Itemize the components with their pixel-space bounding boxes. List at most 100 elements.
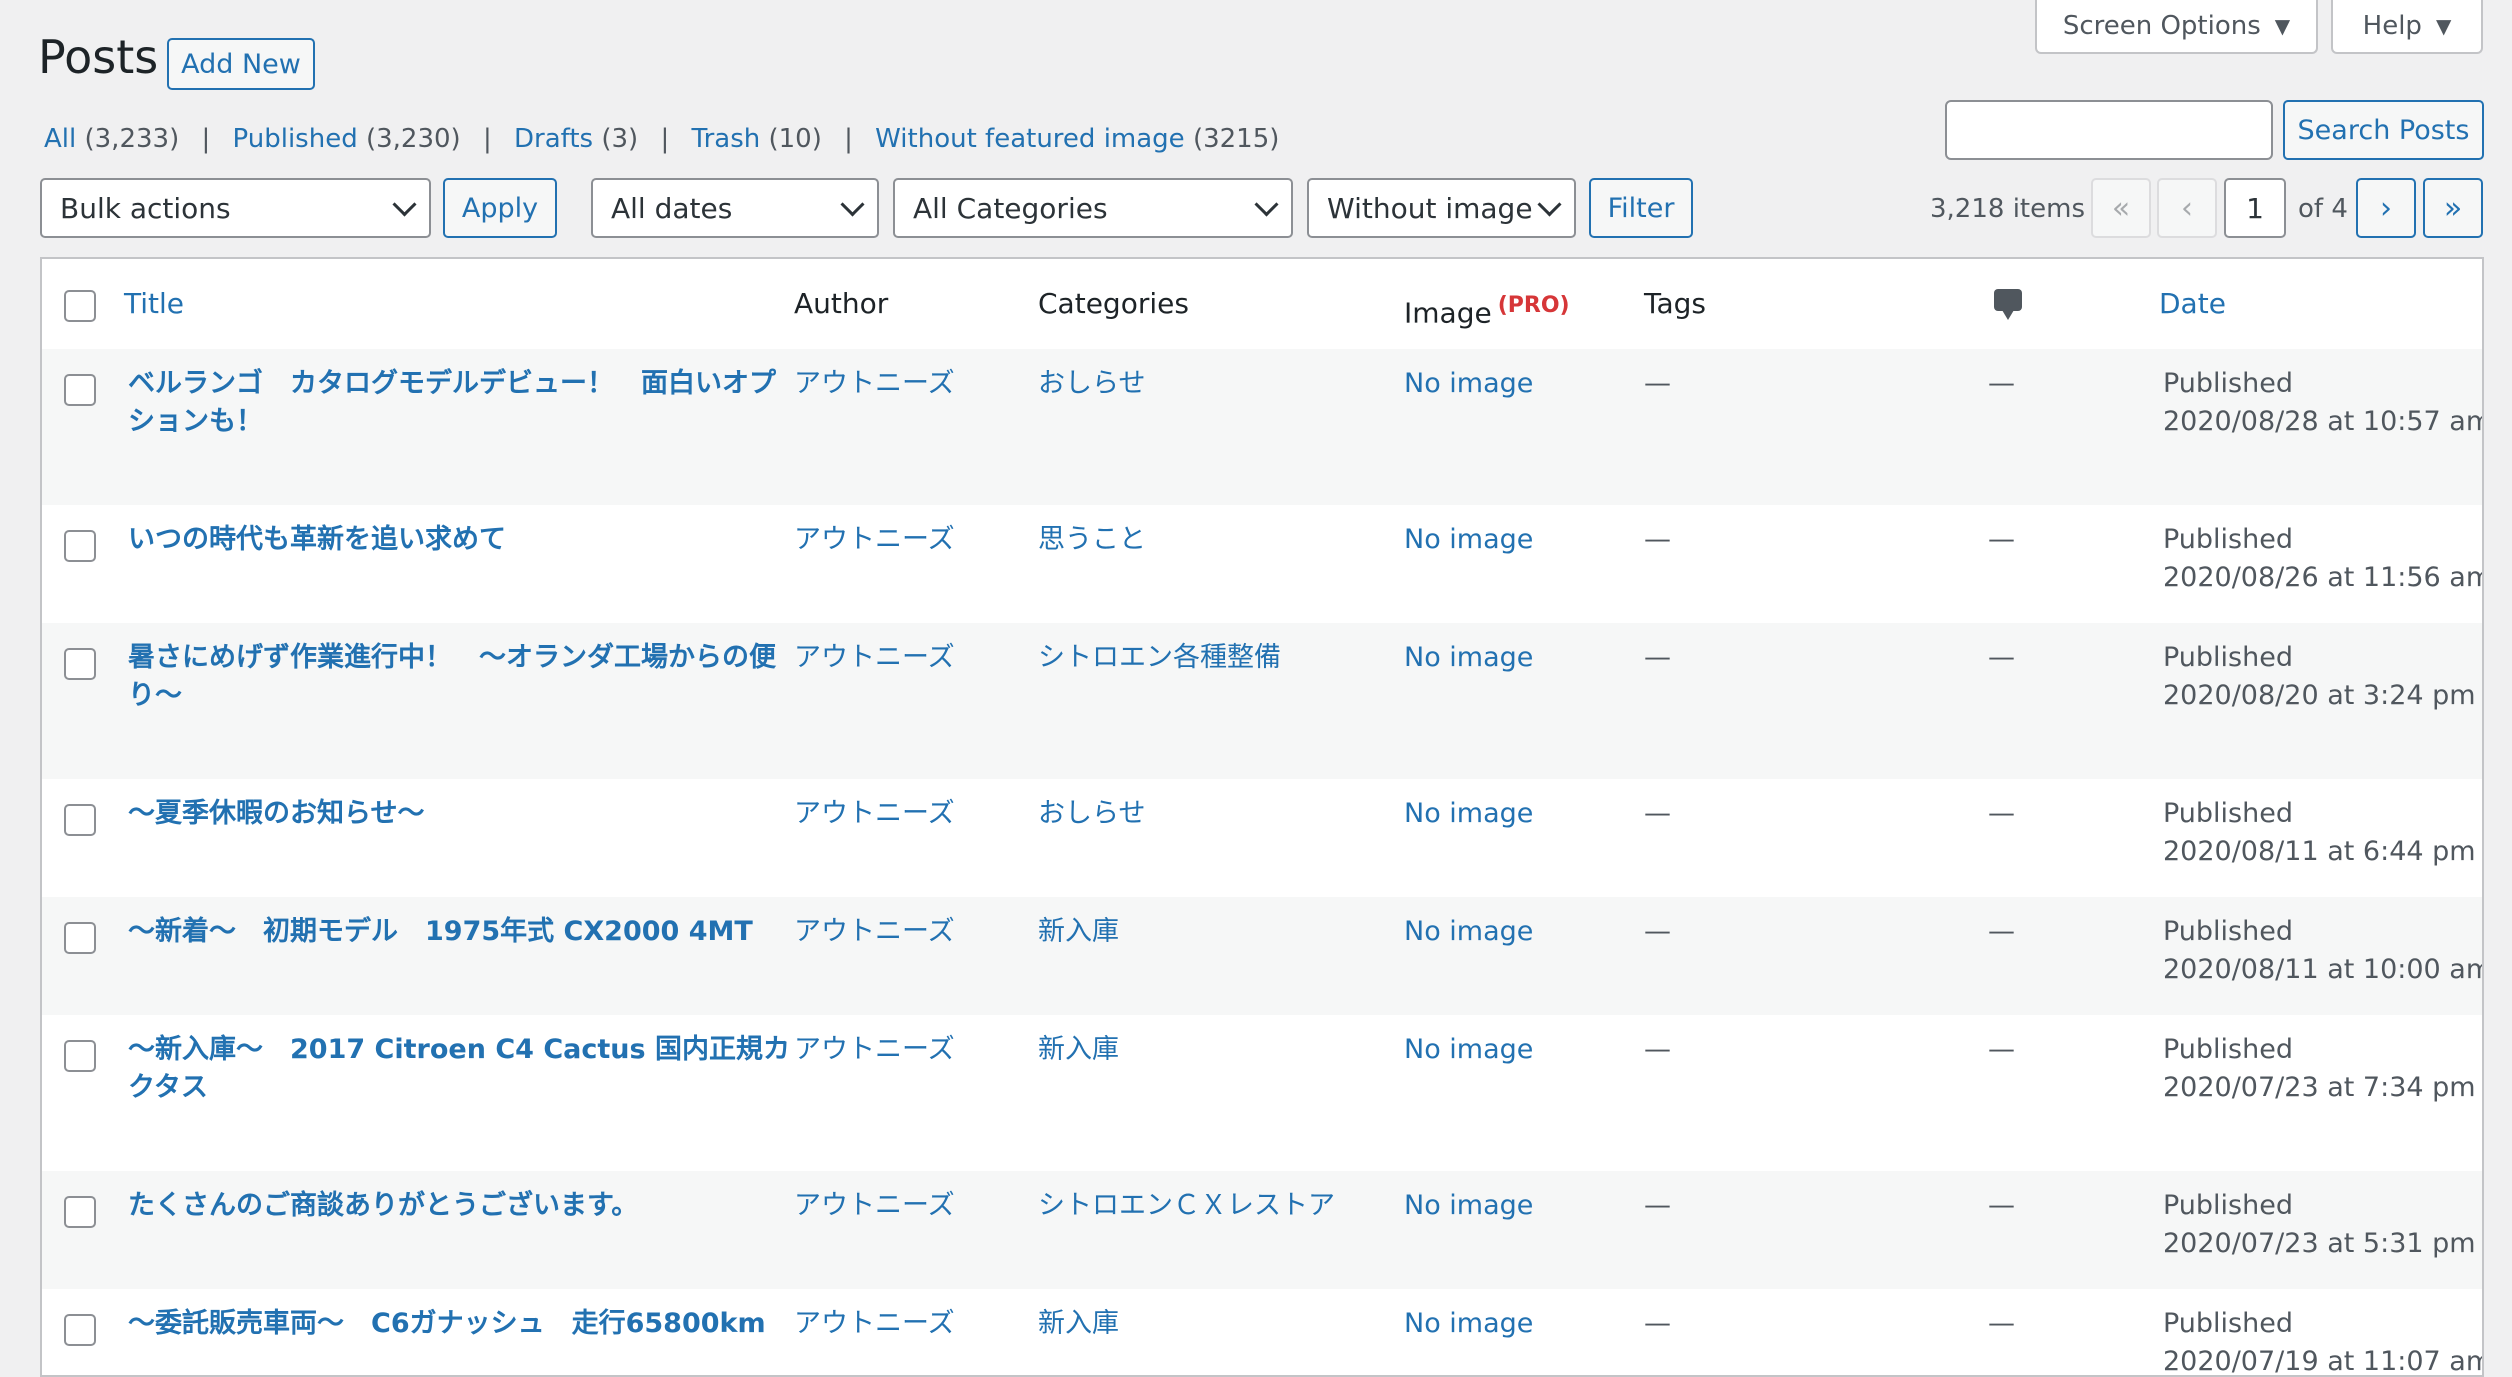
post-title-link[interactable]: 〜夏季休暇のお知らせ〜 xyxy=(128,795,798,833)
table-row: たくさんのご商談ありがとうございます。 アウトニーズ シトロエンＣＸレストア N… xyxy=(42,1171,2482,1289)
post-image-link[interactable]: No image xyxy=(1404,1187,1533,1225)
row-checkbox[interactable] xyxy=(64,374,96,406)
post-title-link[interactable]: 暑さにめげず作業進行中！ 〜オランダ工場からの便り〜 xyxy=(128,639,798,715)
table-row: 〜委託販売車両〜 C6ガナッシュ 走行65800km アウトニーズ 新入庫 No… xyxy=(42,1289,2482,1375)
post-author-link[interactable]: アウトニーズ xyxy=(794,1187,955,1225)
search-posts-button[interactable]: Search Posts xyxy=(2283,100,2484,160)
post-tags: — xyxy=(1644,1308,1671,1339)
post-image-link[interactable]: No image xyxy=(1404,1305,1533,1343)
table-row: 〜新入庫〜 2017 Citroen C4 Cactus 国内正規カクタス アウ… xyxy=(42,1015,2482,1171)
screen-options-label: Screen Options xyxy=(2062,11,2261,41)
post-author-link[interactable]: アウトニーズ xyxy=(794,1031,955,1069)
post-tags: — xyxy=(1644,798,1671,829)
caret-down-icon: ▼ xyxy=(2274,14,2291,38)
last-page-button[interactable]: » xyxy=(2423,178,2483,238)
post-title-link[interactable]: 〜新着〜 初期モデル 1975年式 CX2000 4MT xyxy=(128,913,798,951)
total-pages-label: of 4 xyxy=(2298,194,2348,224)
search-posts-input[interactable] xyxy=(1945,100,2273,160)
post-title-link[interactable]: たくさんのご商談ありがとうございます。 xyxy=(128,1187,798,1225)
image-filter-select[interactable]: Without image xyxy=(1307,178,1576,238)
posts-table: Title Author Categories Image (PRO) Tags … xyxy=(40,257,2484,1377)
view-published-link[interactable]: Published xyxy=(233,124,358,154)
view-published-count: (3,230) xyxy=(365,124,461,154)
add-new-button[interactable]: Add New xyxy=(167,38,315,90)
post-status: Published xyxy=(2163,368,2293,399)
post-author-link[interactable]: アウトニーズ xyxy=(794,795,955,833)
view-without-featured-image-count: (3215) xyxy=(1192,124,1280,154)
post-comments: — xyxy=(1988,642,2015,673)
post-category-link[interactable]: 新入庫 xyxy=(1038,1031,1119,1069)
post-image-link[interactable]: No image xyxy=(1404,365,1533,403)
post-author-link[interactable]: アウトニーズ xyxy=(794,521,955,559)
category-filter-select[interactable]: All Categories xyxy=(893,178,1293,238)
post-tags: — xyxy=(1644,916,1671,947)
post-title-link[interactable]: いつの時代も革新を追い求めて xyxy=(128,521,798,559)
row-checkbox[interactable] xyxy=(64,530,96,562)
row-checkbox[interactable] xyxy=(64,1314,96,1346)
post-datetime: 2020/07/23 at 7:34 pm xyxy=(2163,1072,2476,1103)
column-date-header[interactable]: Date xyxy=(2159,287,2226,320)
post-date: Published 2020/07/23 at 5:31 pm xyxy=(2163,1187,2482,1263)
column-title-header[interactable]: Title xyxy=(124,287,184,320)
post-comments: — xyxy=(1988,524,2015,555)
category-filter-value: All Categories xyxy=(913,191,1108,225)
column-author-header: Author xyxy=(794,287,889,320)
post-category-link[interactable]: シトロエン各種整備 xyxy=(1038,639,1281,677)
view-trash-link[interactable]: Trash xyxy=(692,124,761,154)
post-author-link[interactable]: アウトニーズ xyxy=(794,639,955,677)
post-category-link[interactable]: 新入庫 xyxy=(1038,1305,1119,1343)
row-checkbox[interactable] xyxy=(64,1196,96,1228)
view-drafts-count: (3) xyxy=(601,124,639,154)
row-checkbox[interactable] xyxy=(64,1040,96,1072)
separator: | xyxy=(844,124,853,154)
post-image-link[interactable]: No image xyxy=(1404,639,1533,677)
next-page-button[interactable]: › xyxy=(2356,178,2416,238)
post-category-link[interactable]: おしらせ xyxy=(1038,365,1145,403)
post-comments: — xyxy=(1988,798,2015,829)
caret-down-icon: ▼ xyxy=(2435,14,2452,38)
post-title-link[interactable]: ベルランゴ カタログモデルデビュー！ 面白いオプションも！ xyxy=(128,365,798,441)
row-checkbox[interactable] xyxy=(64,648,96,680)
post-category-link[interactable]: 思うこと xyxy=(1038,521,1146,559)
row-checkbox[interactable] xyxy=(64,804,96,836)
post-title-link[interactable]: 〜委託販売車両〜 C6ガナッシュ 走行65800km xyxy=(128,1305,798,1343)
help-button[interactable]: Help ▼ xyxy=(2331,0,2483,54)
current-page-input[interactable]: 1 xyxy=(2224,178,2286,238)
post-author-link[interactable]: アウトニーズ xyxy=(794,1305,955,1343)
bulk-actions-select[interactable]: Bulk actions xyxy=(40,178,431,238)
view-drafts-link[interactable]: Drafts xyxy=(514,124,593,154)
post-comments: — xyxy=(1988,916,2015,947)
row-checkbox[interactable] xyxy=(64,922,96,954)
post-author-link[interactable]: アウトニーズ xyxy=(794,913,955,951)
post-category-link[interactable]: シトロエンＣＸレストア xyxy=(1038,1187,1335,1225)
post-datetime: 2020/08/11 at 10:00 am xyxy=(2163,954,2484,985)
post-category-link[interactable]: 新入庫 xyxy=(1038,913,1119,951)
post-author-link[interactable]: アウトニーズ xyxy=(794,365,955,403)
filter-button[interactable]: Filter xyxy=(1589,178,1693,238)
items-count: 3,218 items xyxy=(1930,194,2085,224)
screen-options-button[interactable]: Screen Options ▼ xyxy=(2035,0,2318,54)
post-image-link[interactable]: No image xyxy=(1404,913,1533,951)
table-row: いつの時代も革新を追い求めて アウトニーズ 思うこと No image — — … xyxy=(42,505,2482,623)
separator: | xyxy=(660,124,670,154)
view-without-featured-image-link[interactable]: Without featured image xyxy=(875,124,1185,154)
post-category-link[interactable]: おしらせ xyxy=(1038,795,1145,833)
chevron-down-icon xyxy=(840,191,865,217)
date-filter-select[interactable]: All dates xyxy=(591,178,879,238)
view-all-link[interactable]: All xyxy=(44,124,76,154)
post-image-link[interactable]: No image xyxy=(1404,795,1533,833)
first-page-button[interactable]: « xyxy=(2091,178,2151,238)
post-image-link[interactable]: No image xyxy=(1404,1031,1533,1069)
page-title: Posts xyxy=(38,30,159,84)
post-datetime: 2020/08/20 at 3:24 pm xyxy=(2163,680,2476,711)
column-tags-header: Tags xyxy=(1644,287,1706,320)
post-status: Published xyxy=(2163,1308,2293,1339)
post-tags: — xyxy=(1644,368,1671,399)
apply-button[interactable]: Apply xyxy=(443,178,557,238)
post-status: Published xyxy=(2163,524,2293,555)
post-title-link[interactable]: 〜新入庫〜 2017 Citroen C4 Cactus 国内正規カクタス xyxy=(128,1031,798,1107)
previous-page-button[interactable]: ‹ xyxy=(2157,178,2217,238)
post-comments: — xyxy=(1988,368,2015,399)
post-image-link[interactable]: No image xyxy=(1404,521,1533,559)
select-all-checkbox[interactable] xyxy=(64,290,96,322)
